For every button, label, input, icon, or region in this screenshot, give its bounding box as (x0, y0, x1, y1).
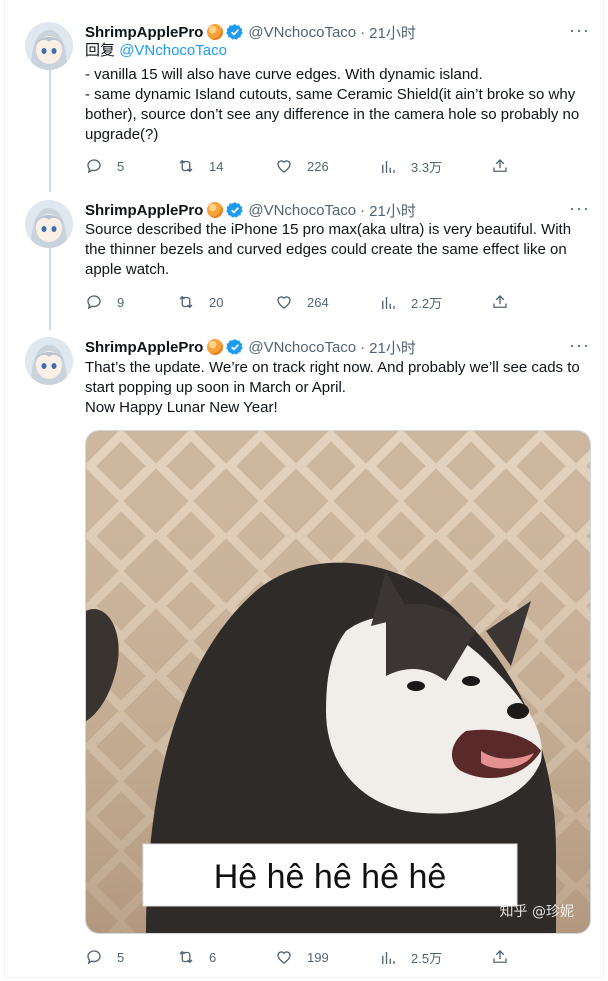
display-name[interactable]: ShrimpApplePro (85, 24, 203, 41)
reply-context: 回复 @VNchocoTaco (85, 41, 595, 61)
tweet-line: start popping up soon in March or April. (85, 379, 346, 396)
tweet-line: - vanilla 15 will also have curve edges.… (85, 66, 483, 83)
retweet-button[interactable]: 20 (177, 293, 223, 311)
views-count: 2.2万 (411, 296, 443, 311)
reply-icon (87, 295, 101, 310)
views-count: 2.5万 (411, 951, 443, 966)
timestamp[interactable]: 21小时 (369, 22, 416, 43)
tweet-actions: 5 6 199 2.5万 (85, 948, 525, 968)
like-icon (277, 296, 291, 309)
timestamp[interactable]: 21小时 (369, 337, 416, 358)
more-icon[interactable]: ··· (569, 335, 590, 356)
avatar[interactable] (25, 200, 73, 248)
avatar[interactable] (25, 337, 73, 385)
tweet-actions: 9 20 264 2.2万 (85, 293, 525, 313)
tweet-header: ShrimpApplePro @VNchocoTaco · 21小时 (85, 200, 416, 220)
reply-icon (87, 950, 101, 965)
tweet-line: the thinner bezels and curved edges coul… (85, 241, 567, 258)
timeline-container: ShrimpApplePro @VNchocoTaco · 21小时 ··· 回… (4, 0, 604, 978)
like-count: 199 (307, 949, 329, 965)
retweet-button[interactable]: 6 (177, 948, 216, 966)
separator-dot: · (360, 23, 366, 41)
tweet-line: Now Happy Lunar New Year! (85, 399, 278, 416)
reply-count: 9 (117, 294, 125, 310)
image-caption: Hê hê hê hê hê (214, 858, 447, 896)
reply-to-link[interactable]: @VNchocoTaco (119, 42, 227, 59)
tweet-line: - same dynamic Island cutouts, same Cera… (85, 86, 576, 103)
tweet-image[interactable]: Hê hê hê hê hê 知乎 @珍妮 (85, 430, 591, 934)
tweet-line: apple watch. (85, 261, 170, 278)
reply-button[interactable]: 5 (85, 948, 124, 966)
separator-dot: · (360, 338, 366, 356)
views-icon (382, 296, 395, 309)
views-button[interactable]: 3.3万 (379, 157, 442, 176)
handle[interactable]: @VNchocoTaco (248, 339, 356, 356)
retweet-count: 20 (209, 294, 224, 310)
affiliate-badge-icon (207, 202, 224, 218)
display-name[interactable]: ShrimpApplePro (85, 202, 203, 219)
retweet-icon (179, 295, 193, 309)
retweet-button[interactable]: 14 (177, 157, 223, 175)
tweet-text: - vanilla 15 will also have curve edges.… (85, 65, 595, 145)
display-name[interactable]: ShrimpApplePro (85, 339, 203, 356)
share-button[interactable] (491, 293, 509, 311)
tweet-line: bother), source don’t see any difference… (85, 106, 580, 123)
like-count: 264 (307, 294, 329, 310)
share-icon (493, 950, 507, 963)
share-button[interactable] (491, 948, 509, 966)
image-watermark: 知乎 @珍妮 (500, 903, 574, 920)
retweet-count: 6 (209, 949, 217, 965)
verified-badge-icon (226, 202, 244, 218)
verified-badge-icon (226, 24, 244, 40)
affiliate-badge-icon (207, 24, 224, 40)
thread-connector (49, 248, 51, 330)
affiliate-badge-icon (207, 339, 224, 355)
like-icon (277, 160, 291, 173)
reply-icon (87, 159, 101, 174)
reply-count: 5 (117, 158, 125, 174)
reply-button[interactable]: 9 (85, 293, 124, 311)
retweet-count: 14 (209, 158, 224, 174)
tweet-header: ShrimpApplePro @VNchocoTaco · 21小时 (85, 337, 416, 357)
tweet-header: ShrimpApplePro @VNchocoTaco · 21小时 (85, 22, 416, 42)
like-button[interactable]: 264 (275, 293, 329, 311)
tweet-text: That’s the update. We’re on track right … (85, 358, 595, 418)
reply-button[interactable]: 5 (85, 157, 124, 175)
verified-badge-icon (226, 339, 244, 355)
like-button[interactable]: 226 (275, 157, 329, 175)
handle[interactable]: @VNchocoTaco (248, 202, 356, 219)
like-count: 226 (307, 158, 329, 174)
husky-meme-image: Hê hê hê hê hê 知乎 @珍妮 (86, 431, 590, 933)
avatar[interactable] (25, 22, 73, 70)
tweet-actions: 5 14 226 3.3万 (85, 157, 525, 177)
tweet-line: upgrade(?) (85, 126, 159, 143)
views-icon (382, 951, 395, 964)
tweet-text: Source described the iPhone 15 pro max(a… (85, 220, 595, 280)
handle[interactable]: @VNchocoTaco (248, 24, 356, 41)
views-button[interactable]: 2.2万 (379, 293, 442, 312)
more-icon[interactable]: ··· (569, 20, 590, 41)
thread-connector (49, 70, 51, 192)
share-icon (493, 295, 507, 308)
share-button[interactable] (491, 157, 509, 175)
separator-dot: · (360, 201, 366, 219)
share-icon (493, 159, 507, 172)
like-button[interactable]: 199 (275, 948, 329, 966)
like-icon (277, 951, 291, 964)
reply-count: 5 (117, 949, 125, 965)
tweet-line: Source described the iPhone 15 pro max(a… (85, 221, 572, 238)
views-button[interactable]: 2.5万 (379, 948, 442, 967)
views-icon (382, 160, 395, 173)
tweet-line: That’s the update. We’re on track right … (85, 359, 580, 376)
timestamp[interactable]: 21小时 (369, 200, 416, 221)
retweet-icon (179, 950, 193, 964)
more-icon[interactable]: ··· (569, 198, 590, 219)
retweet-icon (179, 159, 193, 173)
reply-prefix: 回复 (85, 42, 116, 59)
views-count: 3.3万 (411, 160, 443, 175)
